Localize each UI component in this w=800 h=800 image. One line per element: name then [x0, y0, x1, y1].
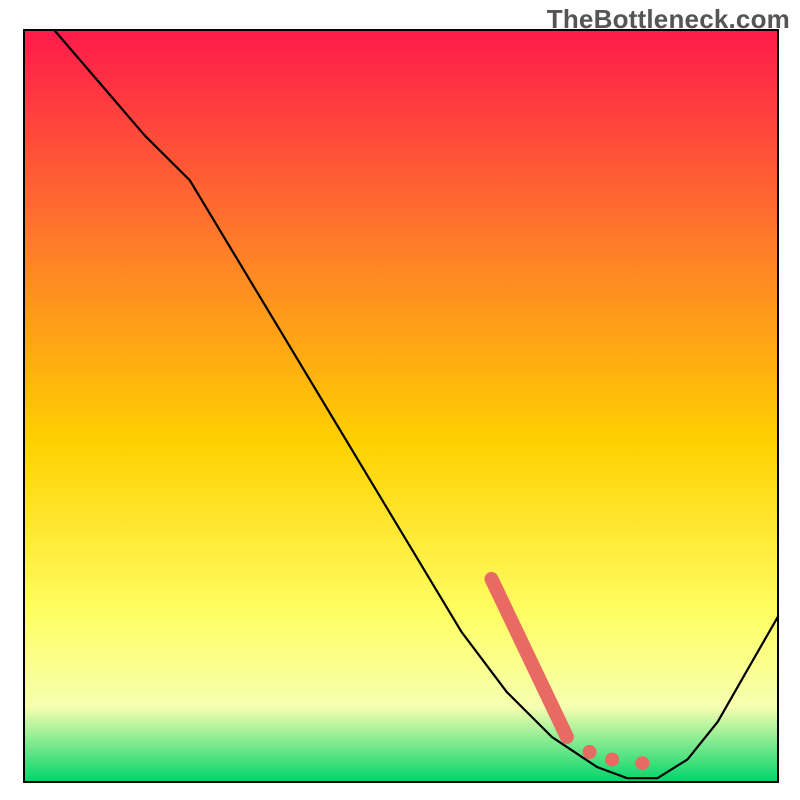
chart-svg	[0, 0, 800, 800]
plot-background	[24, 30, 778, 782]
watermark-text: TheBottleneck.com	[547, 4, 790, 35]
highlight-dot	[583, 745, 597, 759]
highlight-dot	[635, 756, 649, 770]
chart-root: TheBottleneck.com	[0, 0, 800, 800]
highlight-dot	[605, 752, 619, 766]
